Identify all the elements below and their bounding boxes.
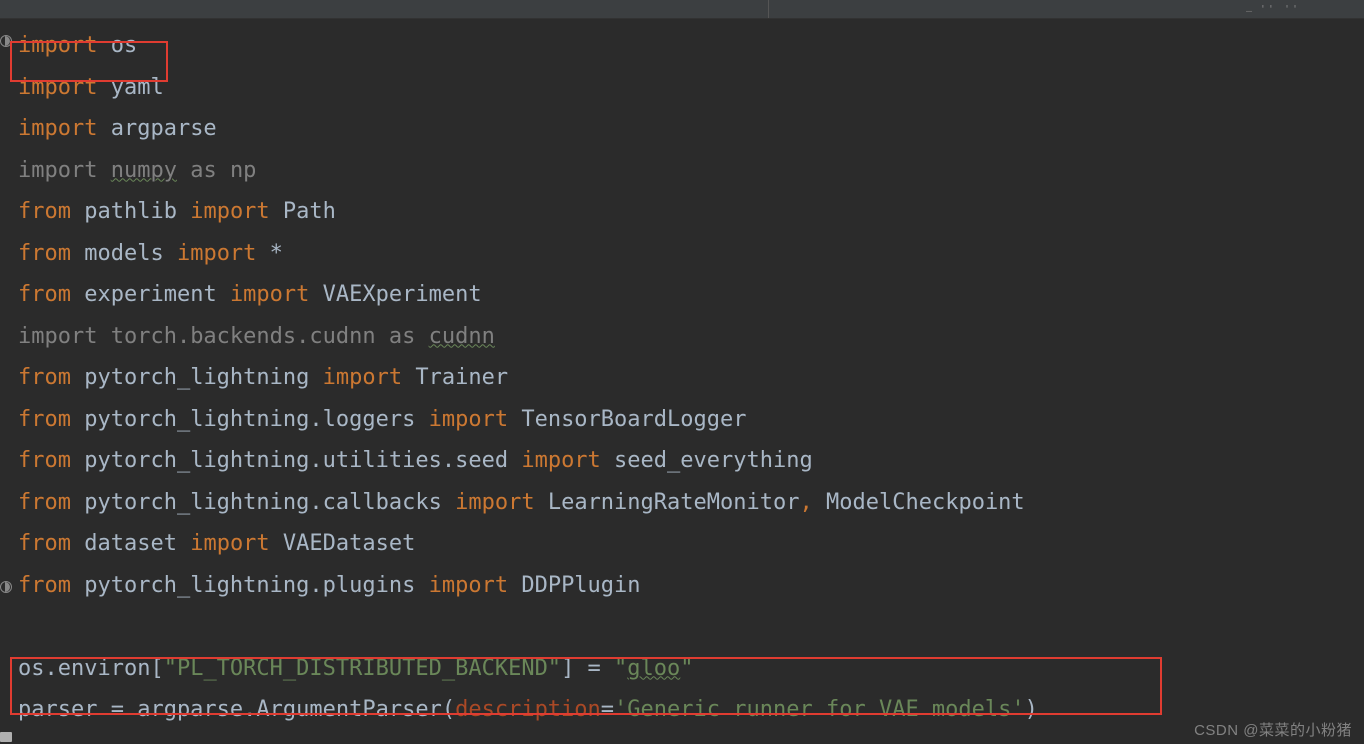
code-token: os [111, 33, 138, 58]
code-token: from [18, 282, 84, 307]
code-line[interactable]: from pytorch_lightning import Trainer [18, 365, 508, 390]
window-controls-hint: '' '' [1260, 4, 1300, 15]
code-token: import [521, 448, 614, 473]
code-token: import [18, 158, 111, 183]
code-token: parser = argparse.ArgumentParser( [18, 697, 455, 722]
gutter-structure-icon[interactable] [0, 581, 12, 593]
code-token: from [18, 407, 84, 432]
code-token: VAEDataset [283, 531, 415, 556]
code-token: as [389, 324, 429, 349]
code-token: import [18, 75, 111, 100]
code-token: import [429, 407, 522, 432]
code-token: Path [283, 199, 336, 224]
code-token: pytorch_lightning.loggers [84, 407, 428, 432]
code-token: ] = [561, 656, 614, 681]
code-content[interactable]: import os import yaml import argparse im… [18, 25, 1364, 731]
code-token: import [177, 241, 270, 266]
code-token: import [190, 199, 283, 224]
code-token: import [190, 531, 283, 556]
code-token: np [230, 158, 257, 183]
code-token: pytorch_lightning.plugins [84, 573, 428, 598]
code-line[interactable]: import numpy as np [18, 158, 256, 183]
code-line[interactable]: import argparse [18, 116, 217, 141]
code-line[interactable]: from pytorch_lightning.loggers import Te… [18, 407, 747, 432]
code-token: torch.backends.cudnn [111, 324, 389, 349]
code-token: gloo [627, 656, 680, 681]
code-token: TensorBoardLogger [521, 407, 746, 432]
code-token: seed_everything [614, 448, 813, 473]
code-token: import [323, 365, 416, 390]
editor-gutter [0, 23, 12, 743]
code-token: " [614, 656, 627, 681]
code-line[interactable]: import os [18, 33, 137, 58]
code-token: cudnn [429, 324, 495, 349]
code-line[interactable]: parser = argparse.ArgumentParser(descrip… [18, 697, 1038, 722]
code-token: from [18, 531, 84, 556]
code-token: * [270, 241, 283, 266]
code-token: pytorch_lightning [84, 365, 322, 390]
code-token: LearningRateMonitor [548, 490, 800, 515]
code-token: pytorch_lightning.utilities.seed [84, 448, 521, 473]
code-token: models [84, 241, 177, 266]
gutter-structure-icon[interactable] [0, 35, 12, 47]
code-token: yaml [111, 75, 164, 100]
code-token: import [18, 116, 111, 141]
code-line[interactable]: from experiment import VAEXperiment [18, 282, 482, 307]
code-token: import [455, 490, 548, 515]
editor-tab-bar: – '' '' [0, 0, 1364, 19]
code-line[interactable]: import yaml [18, 75, 164, 100]
code-line[interactable]: from pytorch_lightning.callbacks import … [18, 490, 1025, 515]
code-token: as [177, 158, 230, 183]
code-token: Trainer [415, 365, 508, 390]
code-token: ModelCheckpoint [826, 490, 1025, 515]
tab-divider [768, 0, 769, 18]
code-token: from [18, 573, 84, 598]
code-line[interactable]: from pytorch_lightning.plugins import DD… [18, 573, 641, 598]
code-token: = [601, 697, 614, 722]
gutter-bottom-marker [0, 732, 12, 742]
code-token: ) [1025, 697, 1038, 722]
code-token: from [18, 490, 84, 515]
code-token: 'Generic runner for VAE models' [614, 697, 1025, 722]
code-token: import [230, 282, 323, 307]
code-token: "PL_TORCH_DISTRIBUTED_BACKEND" [164, 656, 561, 681]
code-token: pytorch_lightning.callbacks [84, 490, 455, 515]
code-token: " [680, 656, 693, 681]
code-token: DDPPlugin [521, 573, 640, 598]
code-token: from [18, 365, 84, 390]
code-token: import [429, 573, 522, 598]
code-token: experiment [84, 282, 230, 307]
code-token: pathlib [84, 199, 190, 224]
code-line[interactable]: from pytorch_lightning.utilities.seed im… [18, 448, 813, 473]
code-editor[interactable]: import os import yaml import argparse im… [0, 19, 1364, 731]
code-line[interactable]: from dataset import VAEDataset [18, 531, 415, 556]
code-token: VAEXperiment [323, 282, 482, 307]
code-line[interactable]: import torch.backends.cudnn as cudnn [18, 324, 495, 349]
code-token: description [455, 697, 601, 722]
code-line[interactable]: from models import * [18, 241, 283, 266]
code-token: import [18, 33, 111, 58]
code-area[interactable]: import os import yaml import argparse im… [18, 19, 1364, 731]
code-token: from [18, 448, 84, 473]
window-minimize-hint: – [1246, 6, 1252, 17]
code-line[interactable]: os.environ["PL_TORCH_DISTRIBUTED_BACKEND… [18, 656, 694, 681]
code-token: from [18, 199, 84, 224]
code-token: numpy [111, 158, 177, 183]
code-token: , [800, 490, 827, 515]
code-token: from [18, 241, 84, 266]
watermark-text: CSDN @菜菜的小粉猪 [1194, 719, 1352, 740]
code-token: os.environ[ [18, 656, 164, 681]
code-token: dataset [84, 531, 190, 556]
code-token: import [18, 324, 111, 349]
code-token: argparse [111, 116, 217, 141]
code-line[interactable]: from pathlib import Path [18, 199, 336, 224]
